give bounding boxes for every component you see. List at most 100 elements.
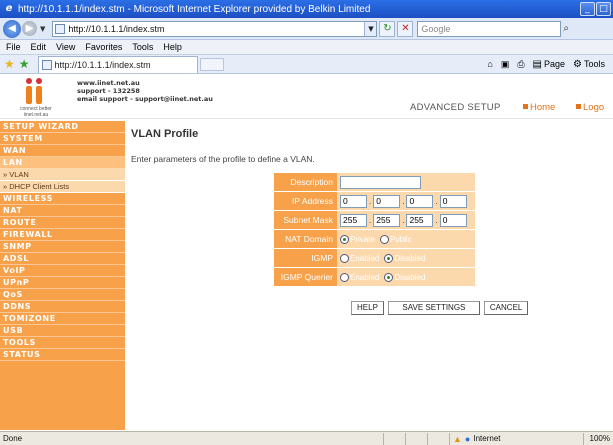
maximize-button[interactable]: □	[596, 2, 611, 16]
sidebar-item-wireless[interactable]: WIRELESS	[0, 193, 125, 205]
refresh-button[interactable]: ↻	[379, 20, 396, 37]
igmp-snooping-enabled-radio[interactable]	[340, 253, 349, 263]
help-button[interactable]: HELP	[351, 301, 384, 315]
security-zone[interactable]: ▲ ● Internet	[449, 432, 539, 445]
ip-octet-3-input[interactable]	[406, 194, 434, 208]
subnet-octet-3-input[interactable]	[406, 213, 434, 227]
igmp-querier-disabled-option[interactable]: Disabled	[384, 272, 426, 282]
tools-menu[interactable]: ⚙ Tools	[573, 59, 605, 70]
menu-bar: File Edit View Favorites Tools Help	[0, 40, 613, 55]
nat-private-option[interactable]: Private	[340, 234, 375, 244]
menu-help[interactable]: Help	[163, 42, 182, 52]
ip-octet-1-input[interactable]	[340, 194, 367, 208]
nat-public-option[interactable]: Public	[379, 234, 412, 244]
menu-tools[interactable]: Tools	[132, 42, 153, 52]
sidebar-item-tools[interactable]: TOOLS	[0, 337, 125, 349]
igmp-querier-enabled-label: Enabled	[350, 272, 380, 282]
menu-file[interactable]: File	[6, 42, 21, 52]
feeds-icon[interactable]: ▣	[501, 59, 510, 70]
menu-edit[interactable]: Edit	[31, 42, 47, 52]
logout-link-label: Logo	[583, 102, 605, 113]
sidebar-item-lan[interactable]: LAN	[0, 157, 125, 169]
menu-favorites[interactable]: Favorites	[85, 42, 122, 52]
browser-window: e http://10.1.1.1/index.stm - Microsoft …	[0, 0, 613, 445]
menu-view[interactable]: View	[56, 42, 75, 52]
sidebar-item-route[interactable]: ROUTE	[0, 217, 125, 229]
command-bar: ⌂ ▣ ⎙ ▤ Page ⚙ Tools	[487, 59, 613, 70]
new-tab-button[interactable]	[199, 57, 224, 71]
sidebar-item-upnp[interactable]: UPnP	[0, 277, 125, 289]
history-dropdown-icon[interactable]: ▼	[40, 25, 45, 33]
igmp-querier-enabled-option[interactable]: Enabled	[340, 272, 380, 282]
sidebar-item-qos[interactable]: QoS	[0, 289, 125, 301]
sidebar-item-system[interactable]: SYSTEM	[0, 133, 125, 145]
page-title: VLAN Profile	[131, 128, 199, 140]
logout-bullet-icon	[576, 104, 581, 109]
subnet-dot-separator: .	[369, 215, 372, 225]
description-input[interactable]	[340, 175, 421, 189]
page-menu[interactable]: ▤ Page	[533, 59, 565, 70]
tools-menu-label: Tools	[583, 58, 605, 69]
home-command-icon[interactable]: ⌂	[487, 59, 492, 69]
sidebar-nav: SETUP WIZARD SYSTEM WAN LAN » VLAN » DHC…	[0, 121, 125, 430]
igmp-snooping-enabled-option[interactable]: Enabled	[340, 253, 379, 263]
add-favorites-icon[interactable]: ★	[19, 57, 30, 71]
forward-button[interactable]: ▶	[22, 21, 37, 36]
favorites-star-icon[interactable]: ★	[4, 57, 15, 71]
tab-current[interactable]: http://10.1.1.1/index.stm	[37, 55, 198, 73]
address-field[interactable]: http://10.1.1.1/index.stm ▼	[52, 20, 378, 37]
home-bullet-icon	[523, 104, 528, 109]
page-icon	[55, 23, 66, 34]
description-row: Description	[274, 173, 475, 192]
cancel-button[interactable]: CANCEL	[483, 301, 529, 315]
sidebar-item-ddns[interactable]: DDNS	[0, 301, 125, 313]
vlan-form: Description IP Address . . . Subnet	[274, 173, 475, 287]
nat-private-label: Private	[350, 234, 375, 244]
nat-private-radio[interactable]	[340, 234, 349, 244]
status-segment	[427, 432, 449, 445]
ip-address-label: IP Address	[274, 192, 337, 210]
save-settings-button[interactable]: SAVE SETTINGS	[387, 301, 480, 315]
igmp-snooping-disabled-option[interactable]: Disabled	[384, 253, 426, 263]
subnet-octet-4-input[interactable]	[439, 213, 467, 227]
sidebar-item-adsl[interactable]: ADSL	[0, 253, 125, 265]
sidebar-item-setup-wizard[interactable]: SETUP WIZARD	[0, 121, 125, 133]
sidebar-item-voip[interactable]: VoIP	[0, 265, 125, 277]
zoom-level[interactable]: 100%	[582, 432, 610, 445]
search-icon[interactable]: ⌕	[563, 21, 575, 37]
sidebar-item-status[interactable]: STATUS	[0, 349, 125, 361]
igmp-querier-enabled-radio[interactable]	[340, 272, 349, 282]
sidebar-item-nat[interactable]: NAT	[0, 205, 125, 217]
contact-phone: support - 132258	[77, 87, 140, 95]
sidebar-item-snmp[interactable]: SNMP	[0, 241, 125, 253]
sidebar-item-tomizone[interactable]: TOMIZONE	[0, 313, 125, 325]
sidebar-item-usb[interactable]: USB	[0, 325, 125, 337]
status-segment	[405, 432, 427, 445]
back-button[interactable]: ◀	[3, 19, 21, 38]
stop-button[interactable]: ✕	[397, 20, 414, 37]
nat-public-radio[interactable]	[379, 234, 389, 244]
subnet-octet-1-input[interactable]	[340, 213, 367, 227]
sidebar-subitem-dhcp-client-lists[interactable]: » DHCP Client Lists	[0, 181, 125, 193]
home-link[interactable]: Home	[523, 102, 555, 113]
ip-octet-4-input[interactable]	[439, 194, 467, 208]
search-input[interactable]: Google	[417, 20, 562, 37]
page-menu-label: Page	[543, 58, 566, 69]
ip-octet-2-input[interactable]	[373, 194, 401, 208]
print-icon[interactable]: ⎙	[517, 59, 524, 70]
address-dropdown-icon[interactable]: ▼	[364, 21, 377, 36]
sidebar-item-wan[interactable]: WAN	[0, 145, 125, 157]
minimize-button[interactable]: _	[580, 2, 595, 16]
sidebar-subitem-vlan[interactable]: » VLAN	[0, 169, 125, 181]
igmp-snooping-row: IGMP Snooping Enabled Disabled	[274, 249, 475, 282]
address-text[interactable]: http://10.1.1.1/index.stm	[68, 24, 364, 34]
status-segment	[383, 432, 405, 445]
subnet-octet-2-input[interactable]	[373, 213, 401, 227]
tab-bar: ★ ★ http://10.1.1.1/index.stm ⌂ ▣ ⎙ ▤ Pag…	[0, 55, 613, 74]
igmp-snooping-label: IGMP Snooping	[274, 249, 337, 282]
status-text: Done	[3, 434, 23, 443]
igmp-snooping-disabled-radio[interactable]	[384, 253, 394, 263]
sidebar-item-firewall[interactable]: FIREWALL	[0, 229, 125, 241]
logout-link[interactable]: Logo	[576, 102, 604, 113]
igmp-querier-disabled-radio[interactable]	[384, 272, 394, 282]
